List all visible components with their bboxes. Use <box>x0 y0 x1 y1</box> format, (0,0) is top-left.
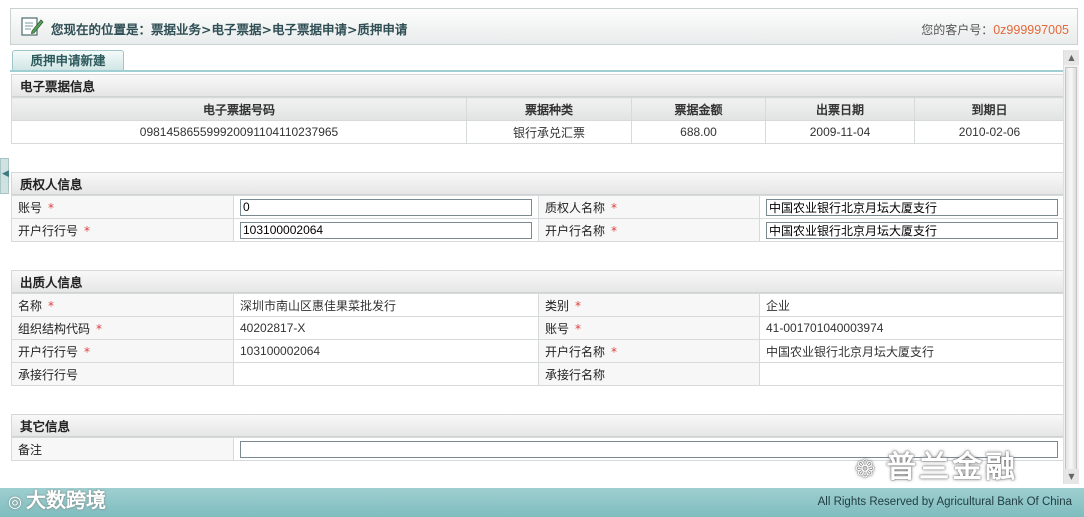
tab-underline <box>10 70 1064 72</box>
pledgee-bank-name-cell <box>759 218 1065 242</box>
pledger-type-value: 企业 <box>759 293 1065 317</box>
required-mark: * <box>96 321 103 336</box>
table-row: 开户行行号* 开户行名称* <box>11 218 1065 242</box>
pledger-org-code-value: 40202817-X <box>233 316 539 340</box>
scrollbar-thumb[interactable] <box>1065 67 1077 471</box>
col-bill-amount: 票据金额 <box>631 97 766 121</box>
pledger-accept-name-label: 承接行名称 <box>538 362 760 386</box>
pledger-bank-no-value: 103100002064 <box>233 339 539 363</box>
copyright-text: All Rights Reserved by Agricultural Bank… <box>817 496 1072 508</box>
section-title-other: 其它信息 <box>11 414 1064 437</box>
required-mark: * <box>48 298 55 313</box>
required-mark: * <box>48 200 55 215</box>
pledgee-bank-name-input[interactable] <box>766 221 1058 239</box>
pledger-accept-no-value <box>233 362 539 386</box>
pledgee-account-cell <box>233 195 539 219</box>
bill-table-header: 电子票据号码 票据种类 票据金额 出票日期 到期日 <box>11 97 1065 121</box>
pledger-account-value: 41-001701040003974 <box>759 316 1065 340</box>
pledgee-bank-name-label: 开户行名称 * <box>538 218 760 242</box>
wechat-logo-icon: ❁ <box>855 455 879 483</box>
customer-number-value: 0z999997005 <box>993 23 1069 37</box>
due-date: 2010-02-06 <box>914 120 1065 144</box>
customer-number-label: 您的客户号： <box>921 23 994 37</box>
table-row: 098145865599920091104110237965 银行承兑汇票 68… <box>11 120 1065 144</box>
pledger-org-code-label: 组织结构代码 * <box>11 316 234 340</box>
required-mark: * <box>611 223 618 238</box>
table-row: 开户行行号 * 103100002064 开户行名称 * 中国农业银行北京月坛大厦支… <box>11 339 1065 363</box>
table-row: 承接行行号 承接行名称 <box>11 362 1065 386</box>
pledgee-bank-no-input[interactable] <box>240 221 532 239</box>
pledgee-bank-no-label: 开户行行号 * <box>11 218 234 242</box>
table-row: 账号* 质权人名称* <box>11 195 1065 219</box>
pledger-table: 名称 * 深圳市南山区惠佳果菜批发行 类别 * 企业 组织结构代码 * 4020281… <box>11 293 1065 386</box>
chevron-left-icon: ◀ <box>2 169 9 179</box>
pledgee-account-input[interactable] <box>240 198 532 216</box>
required-mark: * <box>575 298 582 313</box>
remark-label: 备注 <box>11 437 234 461</box>
pledgee-bank-no-cell <box>233 218 539 242</box>
breadcrumb: 您现在的位置是：票据业务>电子票据>电子票据申请>质押申请 <box>51 22 408 37</box>
required-mark: * <box>84 344 91 359</box>
pledger-bank-name-label: 开户行名称 * <box>538 339 760 363</box>
pledgee-table: 账号* 质权人名称* 开户行行号* 开户行名称* <box>11 195 1065 242</box>
col-issue-date: 出票日期 <box>765 97 915 121</box>
watermark-right: ❁ 普兰金融 <box>855 450 1019 485</box>
pledger-accept-no-label: 承接行行号 <box>11 362 234 386</box>
sidebar-toggle[interactable]: ◀ <box>0 158 9 194</box>
vertical-scrollbar[interactable]: ▲ ▼ <box>1063 50 1079 484</box>
weibo-logo-icon: ◎ <box>8 492 22 511</box>
required-mark: * <box>575 321 582 336</box>
customer-number: 您的客户号：0z999997005 <box>921 21 1069 38</box>
pledgee-name-cell <box>759 195 1065 219</box>
pledger-name-label: 名称 * <box>11 293 234 317</box>
section-title-bill: 电子票据信息 <box>11 74 1064 97</box>
col-due-date: 到期日 <box>914 97 1065 121</box>
bill-table: 电子票据号码 票据种类 票据金额 出票日期 到期日 09814586559992… <box>11 97 1065 144</box>
footer: All Rights Reserved by Agricultural Bank… <box>0 488 1084 517</box>
watermark-left: ◎ 大数跨境 <box>8 488 106 512</box>
tab-pledge-new[interactable]: 质押申请新建 <box>12 50 124 71</box>
required-mark: * <box>84 223 91 238</box>
pledger-bank-name-value: 中国农业银行北京月坛大厦支行 <box>759 339 1065 363</box>
bill-no: 098145865599920091104110237965 <box>11 120 467 144</box>
pledgee-name-label: 质权人名称 * <box>538 195 760 219</box>
scroll-down-icon[interactable]: ▼ <box>1064 469 1079 484</box>
pledger-accept-name-value <box>759 362 1065 386</box>
pledger-name-value: 深圳市南山区惠佳果菜批发行 <box>233 293 539 317</box>
pledger-type-label: 类别 * <box>538 293 760 317</box>
scroll-up-icon[interactable]: ▲ <box>1064 50 1079 65</box>
pledger-bank-no-label: 开户行行号 * <box>11 339 234 363</box>
col-bill-no: 电子票据号码 <box>11 97 467 121</box>
bill-type: 银行承兑汇票 <box>466 120 632 144</box>
bill-amount: 688.00 <box>631 120 766 144</box>
pledgee-account-label: 账号 * <box>11 195 234 219</box>
edit-document-icon <box>21 17 44 36</box>
table-row: 组织结构代码 * 40202817-X 账号 * 41-00170104000397… <box>11 316 1065 340</box>
col-bill-type: 票据种类 <box>466 97 632 121</box>
pledgee-name-input[interactable] <box>766 198 1058 216</box>
location-bar: 您现在的位置是：票据业务>电子票据>电子票据申请>质押申请 您的客户号：0z99… <box>10 8 1078 45</box>
pledger-account-label: 账号 * <box>538 316 760 340</box>
issue-date: 2009-11-04 <box>765 120 915 144</box>
required-mark: * <box>611 344 618 359</box>
table-row: 名称 * 深圳市南山区惠佳果菜批发行 类别 * 企业 <box>11 293 1065 317</box>
section-title-pledger: 出质人信息 <box>11 270 1064 293</box>
required-mark: * <box>611 200 618 215</box>
form-content: 电子票据信息 电子票据号码 票据种类 票据金额 出票日期 到期日 0981458… <box>11 74 1065 461</box>
section-title-pledgee: 质权人信息 <box>11 172 1064 195</box>
